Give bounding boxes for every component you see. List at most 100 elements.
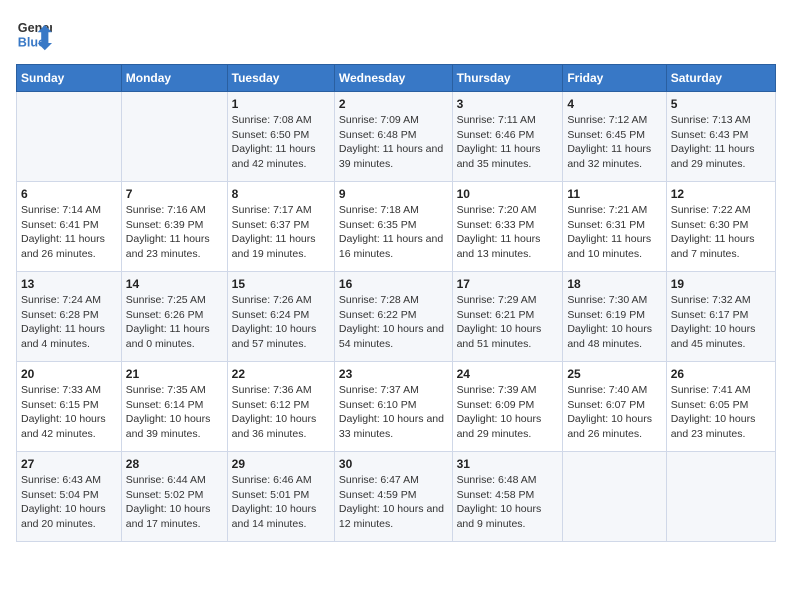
day-number: 28 — [126, 457, 223, 471]
calendar-cell: 30 Sunrise: 6:47 AM Sunset: 4:59 PM Dayli… — [334, 452, 452, 542]
day-info: Sunrise: 6:43 AM Sunset: 5:04 PM Dayligh… — [21, 473, 117, 532]
weekday-header: Wednesday — [334, 65, 452, 92]
calendar-table: SundayMondayTuesdayWednesdayThursdayFrid… — [16, 64, 776, 542]
day-number: 29 — [232, 457, 330, 471]
day-number: 26 — [671, 367, 771, 381]
day-number: 8 — [232, 187, 330, 201]
day-info: Sunrise: 7:12 AM Sunset: 6:45 PM Dayligh… — [567, 113, 661, 172]
day-info: Sunrise: 7:18 AM Sunset: 6:35 PM Dayligh… — [339, 203, 448, 262]
day-info: Sunrise: 7:09 AM Sunset: 6:48 PM Dayligh… — [339, 113, 448, 172]
logo-icon: General Blue — [16, 16, 52, 52]
day-info: Sunrise: 7:36 AM Sunset: 6:12 PM Dayligh… — [232, 383, 330, 442]
day-number: 7 — [126, 187, 223, 201]
day-info: Sunrise: 6:44 AM Sunset: 5:02 PM Dayligh… — [126, 473, 223, 532]
day-number: 9 — [339, 187, 448, 201]
calendar-cell: 22 Sunrise: 7:36 AM Sunset: 6:12 PM Dayli… — [227, 362, 334, 452]
day-number: 20 — [21, 367, 117, 381]
day-number: 17 — [457, 277, 559, 291]
calendar-cell: 4 Sunrise: 7:12 AM Sunset: 6:45 PM Daylig… — [563, 92, 666, 182]
calendar-cell: 29 Sunrise: 6:46 AM Sunset: 5:01 PM Dayli… — [227, 452, 334, 542]
day-number: 30 — [339, 457, 448, 471]
day-info: Sunrise: 7:11 AM Sunset: 6:46 PM Dayligh… — [457, 113, 559, 172]
day-number: 16 — [339, 277, 448, 291]
day-info: Sunrise: 7:39 AM Sunset: 6:09 PM Dayligh… — [457, 383, 559, 442]
page-header: General Blue — [16, 16, 776, 52]
calendar-cell: 10Sunrise: 7:20 AM Sunset: 6:33 PM Dayli… — [452, 182, 563, 272]
calendar-cell: 9 Sunrise: 7:18 AM Sunset: 6:35 PM Daylig… — [334, 182, 452, 272]
calendar-week-row: 6Sunrise: 7:14 AM Sunset: 6:41 PM Daylig… — [17, 182, 776, 272]
calendar-cell: 13 Sunrise: 7:24 AM Sunset: 6:28 PM Dayli… — [17, 272, 122, 362]
day-number: 18 — [567, 277, 661, 291]
calendar-cell: 28 Sunrise: 6:44 AM Sunset: 5:02 PM Dayli… — [121, 452, 227, 542]
calendar-cell: 31Sunrise: 6:48 AM Sunset: 4:58 PM Dayli… — [452, 452, 563, 542]
calendar-cell: 5 Sunrise: 7:13 AM Sunset: 6:43 PM Daylig… — [666, 92, 775, 182]
calendar-cell: 3 Sunrise: 7:11 AM Sunset: 6:46 PM Daylig… — [452, 92, 563, 182]
weekday-header: Saturday — [666, 65, 775, 92]
day-number: 5 — [671, 97, 771, 111]
calendar-cell — [121, 92, 227, 182]
day-info: Sunrise: 7:16 AM Sunset: 6:39 PM Dayligh… — [126, 203, 223, 262]
calendar-week-row: 13 Sunrise: 7:24 AM Sunset: 6:28 PM Dayli… — [17, 272, 776, 362]
day-number: 19 — [671, 277, 771, 291]
weekday-header: Tuesday — [227, 65, 334, 92]
calendar-cell: 19 Sunrise: 7:32 AM Sunset: 6:17 PM Dayli… — [666, 272, 775, 362]
calendar-cell — [563, 452, 666, 542]
day-info: Sunrise: 7:24 AM Sunset: 6:28 PM Dayligh… — [21, 293, 117, 352]
calendar-cell: 20 Sunrise: 7:33 AM Sunset: 6:15 PM Dayli… — [17, 362, 122, 452]
day-number: 4 — [567, 97, 661, 111]
calendar-week-row: 1Sunrise: 7:08 AM Sunset: 6:50 PM Daylig… — [17, 92, 776, 182]
calendar-cell: 24 Sunrise: 7:39 AM Sunset: 6:09 PM Dayli… — [452, 362, 563, 452]
weekday-header: Monday — [121, 65, 227, 92]
day-info: Sunrise: 7:28 AM Sunset: 6:22 PM Dayligh… — [339, 293, 448, 352]
calendar-header: SundayMondayTuesdayWednesdayThursdayFrid… — [17, 65, 776, 92]
day-info: Sunrise: 6:48 AM Sunset: 4:58 PM Dayligh… — [457, 473, 559, 532]
day-number: 21 — [126, 367, 223, 381]
day-number: 14 — [126, 277, 223, 291]
calendar-cell: 15 Sunrise: 7:26 AM Sunset: 6:24 PM Dayli… — [227, 272, 334, 362]
day-number: 22 — [232, 367, 330, 381]
calendar-week-row: 27 Sunrise: 6:43 AM Sunset: 5:04 PM Dayli… — [17, 452, 776, 542]
svg-text:Blue: Blue — [18, 36, 45, 50]
calendar-week-row: 20 Sunrise: 7:33 AM Sunset: 6:15 PM Dayli… — [17, 362, 776, 452]
day-info: Sunrise: 7:25 AM Sunset: 6:26 PM Dayligh… — [126, 293, 223, 352]
day-info: Sunrise: 7:22 AM Sunset: 6:30 PM Dayligh… — [671, 203, 771, 262]
day-info: Sunrise: 6:47 AM Sunset: 4:59 PM Dayligh… — [339, 473, 448, 532]
calendar-cell: 21 Sunrise: 7:35 AM Sunset: 6:14 PM Dayli… — [121, 362, 227, 452]
calendar-cell: 18 Sunrise: 7:30 AM Sunset: 6:19 PM Dayli… — [563, 272, 666, 362]
day-info: Sunrise: 7:21 AM Sunset: 6:31 PM Dayligh… — [567, 203, 661, 262]
calendar-cell: 14 Sunrise: 7:25 AM Sunset: 6:26 PM Dayli… — [121, 272, 227, 362]
day-info: Sunrise: 7:26 AM Sunset: 6:24 PM Dayligh… — [232, 293, 330, 352]
day-info: Sunrise: 7:30 AM Sunset: 6:19 PM Dayligh… — [567, 293, 661, 352]
day-info: Sunrise: 7:37 AM Sunset: 6:10 PM Dayligh… — [339, 383, 448, 442]
calendar-cell: 8Sunrise: 7:17 AM Sunset: 6:37 PM Daylig… — [227, 182, 334, 272]
day-info: Sunrise: 7:41 AM Sunset: 6:05 PM Dayligh… — [671, 383, 771, 442]
calendar-cell: 12Sunrise: 7:22 AM Sunset: 6:30 PM Dayli… — [666, 182, 775, 272]
calendar-cell: 23 Sunrise: 7:37 AM Sunset: 6:10 PM Dayli… — [334, 362, 452, 452]
day-info: Sunrise: 7:20 AM Sunset: 6:33 PM Dayligh… — [457, 203, 559, 262]
calendar-cell: 1Sunrise: 7:08 AM Sunset: 6:50 PM Daylig… — [227, 92, 334, 182]
day-number: 24 — [457, 367, 559, 381]
day-number: 27 — [21, 457, 117, 471]
day-number: 3 — [457, 97, 559, 111]
calendar-cell: 11 Sunrise: 7:21 AM Sunset: 6:31 PM Dayli… — [563, 182, 666, 272]
day-info: Sunrise: 7:40 AM Sunset: 6:07 PM Dayligh… — [567, 383, 661, 442]
day-number: 1 — [232, 97, 330, 111]
weekday-header: Sunday — [17, 65, 122, 92]
day-info: Sunrise: 7:13 AM Sunset: 6:43 PM Dayligh… — [671, 113, 771, 172]
weekday-header: Friday — [563, 65, 666, 92]
day-number: 6 — [21, 187, 117, 201]
day-info: Sunrise: 7:35 AM Sunset: 6:14 PM Dayligh… — [126, 383, 223, 442]
calendar-cell: 7 Sunrise: 7:16 AM Sunset: 6:39 PM Daylig… — [121, 182, 227, 272]
day-number: 23 — [339, 367, 448, 381]
day-info: Sunrise: 7:32 AM Sunset: 6:17 PM Dayligh… — [671, 293, 771, 352]
calendar-cell — [666, 452, 775, 542]
day-number: 13 — [21, 277, 117, 291]
day-number: 15 — [232, 277, 330, 291]
day-info: Sunrise: 7:29 AM Sunset: 6:21 PM Dayligh… — [457, 293, 559, 352]
day-number: 11 — [567, 187, 661, 201]
day-number: 2 — [339, 97, 448, 111]
calendar-cell: 26 Sunrise: 7:41 AM Sunset: 6:05 PM Dayli… — [666, 362, 775, 452]
day-info: Sunrise: 7:33 AM Sunset: 6:15 PM Dayligh… — [21, 383, 117, 442]
day-info: Sunrise: 6:46 AM Sunset: 5:01 PM Dayligh… — [232, 473, 330, 532]
calendar-cell: 2 Sunrise: 7:09 AM Sunset: 6:48 PM Daylig… — [334, 92, 452, 182]
